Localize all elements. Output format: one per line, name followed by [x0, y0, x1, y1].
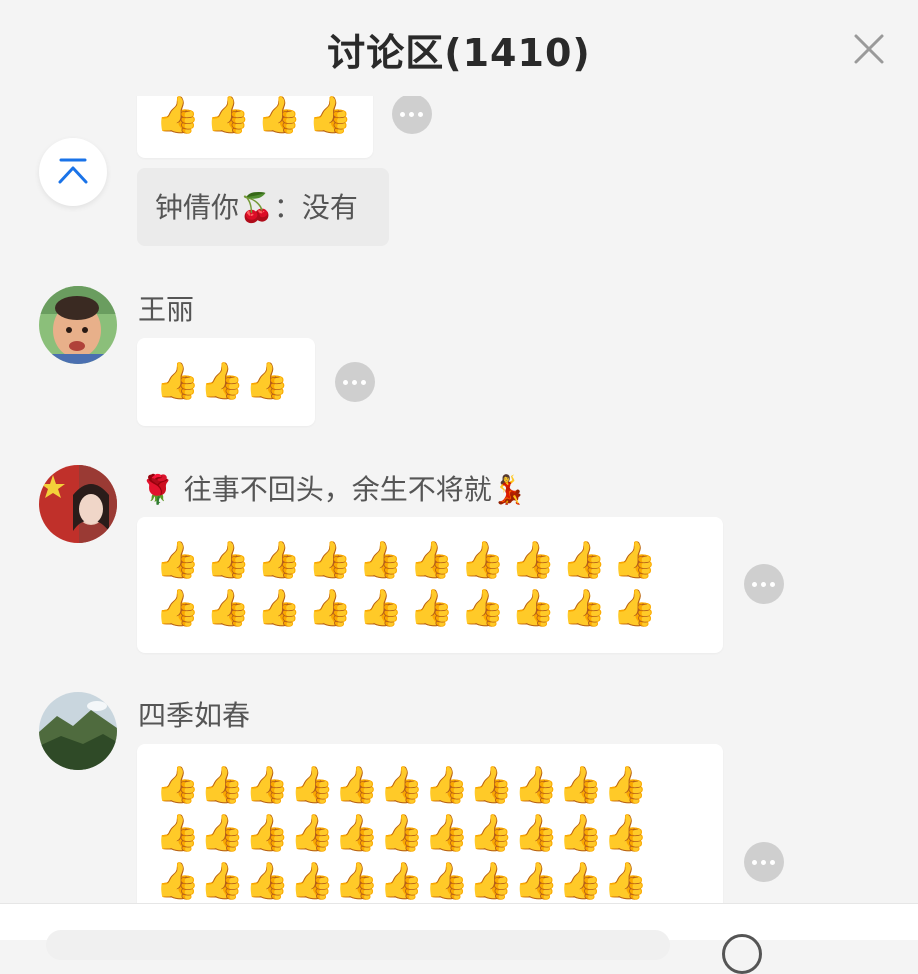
- more-options-button[interactable]: [335, 362, 375, 402]
- close-icon: [854, 34, 884, 64]
- scroll-to-top-button[interactable]: [39, 138, 107, 206]
- comment-text: 👍👍👍👍👍👍👍👍👍👍👍: [155, 813, 649, 854]
- comment-text: 👍👍👍: [155, 361, 290, 402]
- comment-text: 👍👍👍👍👍👍👍👍👍👍: [155, 588, 664, 629]
- comment-text: 👍👍👍👍: [155, 95, 359, 136]
- scroll-to-top-icon: [58, 158, 88, 184]
- more-options-button[interactable]: [392, 94, 432, 134]
- comment-bubble: 👍👍👍👍👍👍👍👍👍👍 👍👍👍👍👍👍👍👍👍👍: [137, 517, 723, 653]
- comment-text: 👍👍👍👍👍👍👍👍👍👍👍: [155, 861, 649, 902]
- username: 🌹 往事不回头，余生不将就💃: [140, 473, 527, 506]
- comment-text: 👍👍👍👍👍👍👍👍👍👍: [155, 540, 664, 581]
- reply-snippet[interactable]: 钟倩你🍒：没有: [137, 168, 389, 246]
- more-options-button[interactable]: [744, 842, 784, 882]
- comment-text: 👍👍👍👍👍👍👍👍👍👍👍: [155, 765, 649, 806]
- comment-feed[interactable]: 👍👍👍👍 钟倩你🍒：没有 王丽 👍👍👍 🌹 往事不回头，余生不将就💃 👍👍👍👍👍…: [0, 0, 918, 939]
- bottom-bar: [0, 903, 918, 974]
- more-options-button[interactable]: [744, 564, 784, 604]
- page-title: 讨论区(1410): [327, 31, 591, 75]
- avatar[interactable]: [39, 286, 117, 364]
- username: 王丽: [138, 293, 195, 326]
- emoji-icon[interactable]: [722, 934, 762, 974]
- header-bar: 讨论区(1410): [0, 0, 918, 96]
- avatar[interactable]: [39, 465, 117, 543]
- avatar[interactable]: [39, 692, 117, 770]
- comment-input[interactable]: [46, 930, 670, 960]
- comment-bubble: 👍👍👍: [137, 338, 315, 426]
- username: 四季如春: [138, 699, 251, 732]
- close-button[interactable]: [850, 30, 888, 68]
